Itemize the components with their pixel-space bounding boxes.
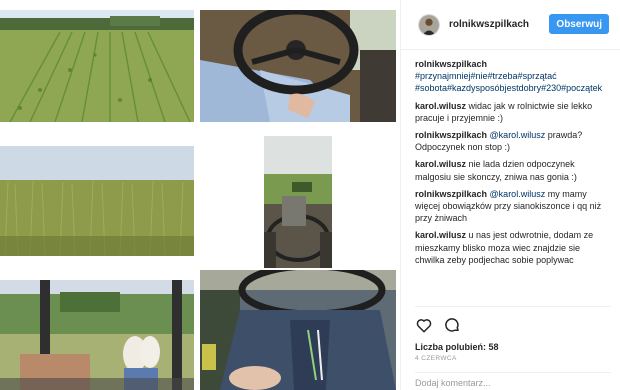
heart-icon[interactable] bbox=[415, 316, 433, 334]
photo-field-crops bbox=[0, 10, 194, 122]
avatar[interactable] bbox=[418, 13, 440, 36]
comment-author[interactable]: rolnikwszpilkach bbox=[415, 189, 487, 199]
photo-tractor-mirror bbox=[264, 136, 332, 268]
action-icons-row bbox=[415, 315, 611, 335]
comment-mention[interactable]: @karol.wilusz bbox=[490, 130, 546, 140]
comment-item: rolnikwszpilkach @karol.wilusz my mamy w… bbox=[415, 188, 611, 225]
instagram-post-view: rolnikwszpilkach Obserwuj rolnikwszpilka… bbox=[0, 0, 620, 390]
post-header: rolnikwszpilkach Obserwuj bbox=[401, 0, 620, 50]
comment-author[interactable]: karol.wilusz bbox=[415, 159, 466, 169]
comment-item: karol.wilusz nie lada dzien odpoczynek m… bbox=[415, 158, 611, 182]
post-side-panel: rolnikwszpilkach Obserwuj rolnikwszpilka… bbox=[400, 0, 620, 390]
add-comment-input[interactable] bbox=[415, 378, 611, 388]
comment-mention[interactable]: @karol.wilusz bbox=[490, 189, 546, 199]
caption-hashtags[interactable]: #przynajmniej#nie#trzeba#sprzątać #sobot… bbox=[415, 71, 602, 93]
photo-cab-selfie bbox=[200, 270, 396, 390]
caption-author[interactable]: rolnikwszpilkach bbox=[415, 59, 487, 69]
comment-author[interactable]: rolnikwszpilkach bbox=[415, 130, 487, 140]
follow-button[interactable]: Obserwuj bbox=[549, 14, 609, 34]
comment-author[interactable]: karol.wilusz bbox=[415, 101, 466, 111]
photo-feet-on-tractor bbox=[0, 280, 194, 390]
add-comment-bar bbox=[415, 372, 611, 390]
comment-item: rolnikwszpilkach @karol.wilusz prawda? O… bbox=[415, 129, 611, 153]
post-author-username[interactable]: rolnikwszpilkach bbox=[449, 19, 529, 30]
comment-icon[interactable] bbox=[443, 316, 461, 334]
comment-author[interactable]: karol.wilusz bbox=[415, 230, 466, 240]
likes-count[interactable]: Liczba polubień: 58 bbox=[415, 342, 611, 352]
comment-item: karol.wilusz widac jak w rolnictwie sie … bbox=[415, 100, 611, 124]
post-date: 4 CZERWCA bbox=[415, 355, 457, 362]
post-actions: Liczba polubień: 58 4 CZERWCA bbox=[415, 306, 611, 376]
comment-item: karol.wilusz u nas jest odwrotnie, dodam… bbox=[415, 229, 611, 266]
comments-list: rolnikwszpilkach #przynajmniej#nie#trzeb… bbox=[415, 58, 611, 271]
post-photo-collage bbox=[0, 0, 400, 390]
post-caption: rolnikwszpilkach #przynajmniej#nie#trzeb… bbox=[415, 58, 611, 95]
photo-tractor-cab-wheel bbox=[200, 10, 396, 122]
photo-grass-field bbox=[0, 146, 194, 256]
